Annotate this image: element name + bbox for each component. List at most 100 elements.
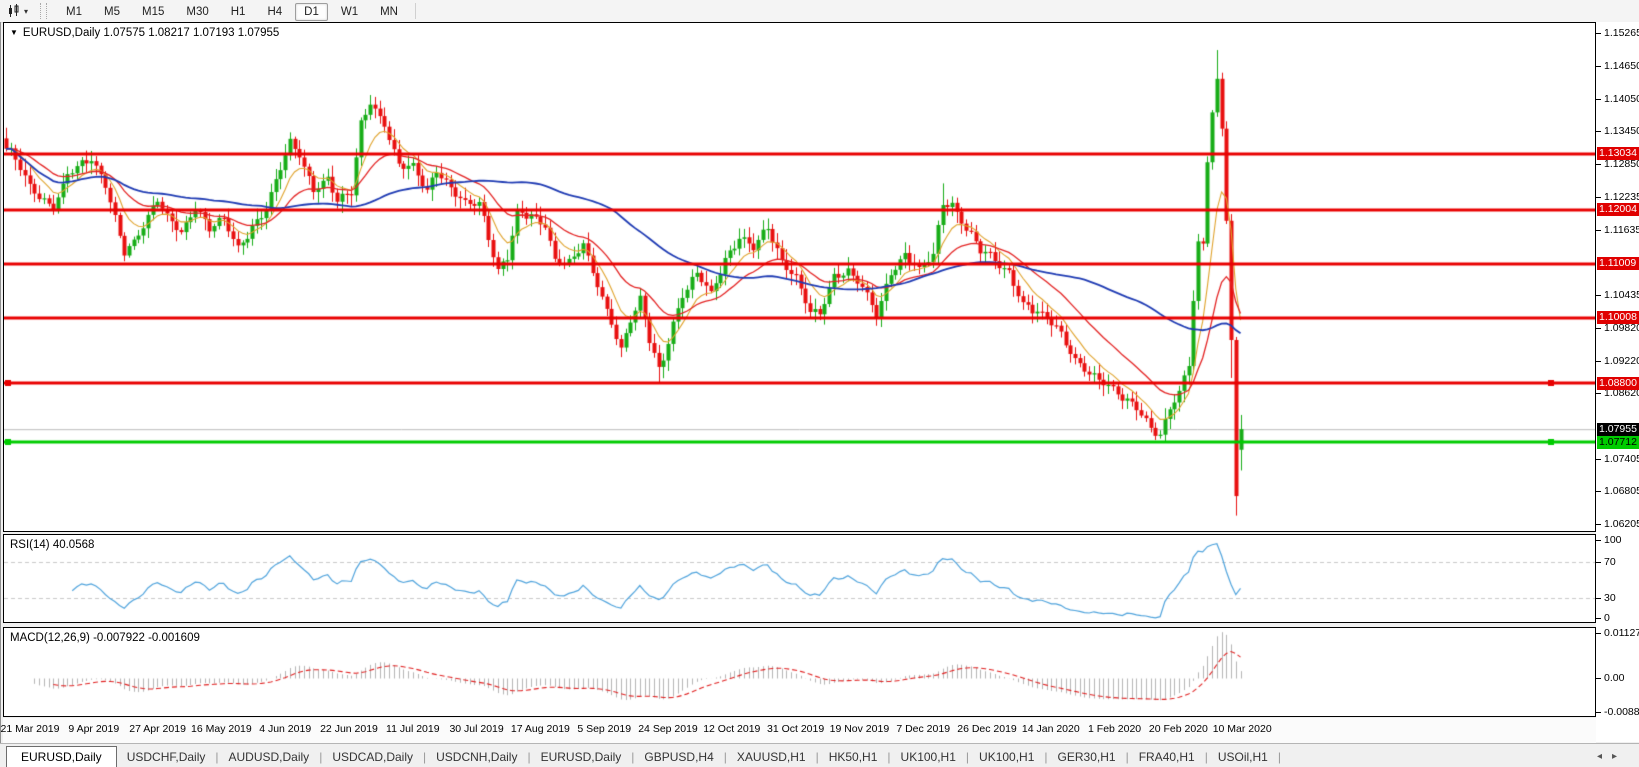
timeframe-button-mn[interactable]: MN (371, 3, 407, 21)
rsi-axis-label: 0 (1604, 612, 1610, 625)
price-chart-canvas[interactable] (4, 23, 1595, 531)
chevron-down-icon[interactable]: ▾ (24, 7, 28, 16)
toolbar: ▾ M1M5M15M30 H1H4D1W1MN (0, 0, 1639, 23)
rsi-axis-label: 70 (1604, 556, 1616, 569)
timeframe-button-group: M1M5M15M30 H1H4D1W1MN (55, 2, 409, 20)
date-axis-label: 27 Apr 2019 (129, 723, 186, 735)
price-chart-panel: ▼ EURUSD,Daily 1.07575 1.08217 1.07193 1.… (3, 22, 1596, 532)
price-badge-1.13034: 1.13034 (1597, 147, 1639, 160)
toolbar-gripper[interactable] (40, 3, 47, 19)
price-axis-label: 1.06805 (1604, 485, 1639, 498)
timeframe-button-h4[interactable]: H4 (258, 3, 291, 21)
chart-tab-bar: EURUSD,DailyUSDCHF,Daily|AUDUSD,Daily|US… (0, 743, 1639, 767)
chart-tab-usdcnh-daily[interactable]: USDCNH,Daily (426, 747, 527, 767)
date-axis: 21 Mar 2019 9 Apr 2019 27 Apr 2019 16 May 2… (3, 718, 1596, 743)
rsi-axis-label: 30 (1604, 592, 1616, 605)
date-axis-label: 17 Aug 2019 (511, 723, 570, 735)
chart-tab-uk100-h1[interactable]: UK100,H1 (891, 747, 966, 767)
rsi-axis-tick (1596, 562, 1601, 563)
date-axis-label: 9 Apr 2019 (68, 723, 119, 735)
macd-axis-tick (1596, 633, 1601, 634)
macd-canvas[interactable] (4, 628, 1595, 716)
chart-title-text: EURUSD,Daily 1.07575 1.08217 1.07193 1.0… (23, 27, 279, 39)
timeframe-button-d1[interactable]: D1 (295, 3, 328, 21)
timeframe-button-w1[interactable]: W1 (332, 3, 367, 21)
timeframe-button-m15[interactable]: M15 (133, 3, 173, 21)
price-axis-label: 1.14050 (1604, 93, 1639, 106)
macd-axis-label: -0.008837 (1604, 706, 1639, 719)
price-axis-label: 1.07405 (1604, 453, 1639, 466)
price-badge-1.12004: 1.12004 (1597, 203, 1639, 216)
price-axis-label: 1.09220 (1604, 355, 1639, 368)
rsi-axis-tick (1596, 540, 1601, 541)
date-axis-label: 4 Jun 2019 (259, 723, 311, 735)
price-axis-tick (1596, 131, 1601, 132)
tab-scroll-right-icon[interactable]: ▸ (1612, 751, 1627, 762)
date-axis-label: 26 Dec 2019 (957, 723, 1017, 735)
timeframe-button-m30[interactable]: M30 (177, 3, 217, 21)
date-axis-label: 21 Mar 2019 (1, 723, 60, 735)
macd-axis-label: 0.00 (1604, 672, 1624, 685)
window-left-edge (0, 22, 1, 767)
macd-axis-tick (1596, 712, 1601, 713)
rsi-axis-label: 100 (1604, 534, 1622, 547)
candlestick-chart-icon[interactable] (4, 3, 24, 19)
price-axis-label: 1.14650 (1604, 60, 1639, 73)
price-axis: 1.152651.146501.140501.134501.128501.122… (1596, 22, 1639, 742)
date-axis-label: 30 Jul 2019 (449, 723, 503, 735)
macd-panel: MACD(12,26,9) -0.007922 -0.001609 (3, 627, 1596, 717)
price-axis-tick (1596, 99, 1601, 100)
price-axis-tick (1596, 295, 1601, 296)
price-axis-tick (1596, 66, 1601, 67)
trading-app-window: ▾ M1M5M15M30 H1H4D1W1MN ▼ EURUSD,Daily 1.0… (0, 0, 1639, 767)
tab-scroll-arrows[interactable]: ◂▸ (1597, 751, 1627, 762)
timeframe-button-m1[interactable]: M1 (57, 3, 91, 21)
price-badge-1.08800: 1.08800 (1597, 377, 1639, 390)
macd-label: MACD(12,26,9) -0.007922 -0.001609 (10, 632, 200, 644)
price-axis-label: 1.15265 (1604, 27, 1639, 40)
chart-title: ▼ EURUSD,Daily 1.07575 1.08217 1.07193 1.… (10, 27, 279, 39)
price-axis-label: 1.13450 (1604, 125, 1639, 138)
date-axis-label: 10 Mar 2020 (1213, 723, 1272, 735)
timeframe-button-h1[interactable]: H1 (222, 3, 255, 21)
chart-tab-usdcad-daily[interactable]: USDCAD,Daily (322, 747, 423, 767)
macd-axis-label: 0.011277 (1604, 627, 1639, 640)
date-axis-label: 7 Dec 2019 (896, 723, 950, 735)
tab-scroll-left-icon[interactable]: ◂ (1597, 751, 1612, 762)
chart-tab-uk100-h1[interactable]: UK100,H1 (969, 747, 1044, 767)
chart-tab-usdchf-daily[interactable]: USDCHF,Daily (117, 747, 216, 767)
rsi-label: RSI(14) 40.0568 (10, 539, 94, 551)
price-axis-label: 1.06205 (1604, 518, 1639, 531)
date-axis-label: 24 Sep 2019 (638, 723, 698, 735)
chart-tab-eurusd-daily[interactable]: EURUSD,Daily (6, 746, 117, 767)
rsi-axis-tick (1596, 618, 1601, 619)
chart-tab-xauusd-h1[interactable]: XAUUSD,H1 (727, 747, 816, 767)
date-axis-label: 20 Feb 2020 (1149, 723, 1208, 735)
date-axis-label: 19 Nov 2019 (830, 723, 890, 735)
price-axis-tick (1596, 33, 1601, 34)
rsi-canvas[interactable] (4, 535, 1595, 622)
price-axis-tick (1596, 230, 1601, 231)
price-axis-tick (1596, 197, 1601, 198)
price-axis-label: 1.11635 (1604, 224, 1639, 237)
chart-tab-gbpusd-h4[interactable]: GBPUSD,H4 (634, 747, 723, 767)
chart-tab-usoil-h1[interactable]: USOil,H1 (1208, 747, 1278, 767)
price-badge-1.07955: 1.07955 (1597, 423, 1639, 436)
chart-tab-hk50-h1[interactable]: HK50,H1 (819, 747, 888, 767)
price-axis-tick (1596, 393, 1601, 394)
date-axis-label: 11 Jul 2019 (386, 723, 440, 735)
timeframe-button-m5[interactable]: M5 (95, 3, 129, 21)
chart-tab-audusd-daily[interactable]: AUDUSD,Daily (219, 747, 320, 767)
date-axis-label: 22 Jun 2019 (320, 723, 378, 735)
chart-tab-eurusd-daily[interactable]: EURUSD,Daily (531, 747, 632, 767)
price-axis-tick (1596, 328, 1601, 329)
date-axis-label: 16 May 2019 (191, 723, 252, 735)
date-axis-label: 12 Oct 2019 (703, 723, 760, 735)
date-axis-label: 1 Feb 2020 (1088, 723, 1141, 735)
chart-tab-ger30-h1[interactable]: GER30,H1 (1048, 747, 1126, 767)
price-badge-1.10008: 1.10008 (1597, 311, 1639, 324)
date-axis-label: 31 Oct 2019 (767, 723, 824, 735)
rsi-axis-tick (1596, 598, 1601, 599)
chart-tab-fra40-h1[interactable]: FRA40,H1 (1129, 747, 1205, 767)
title-arrow-icon[interactable]: ▼ (10, 28, 18, 37)
